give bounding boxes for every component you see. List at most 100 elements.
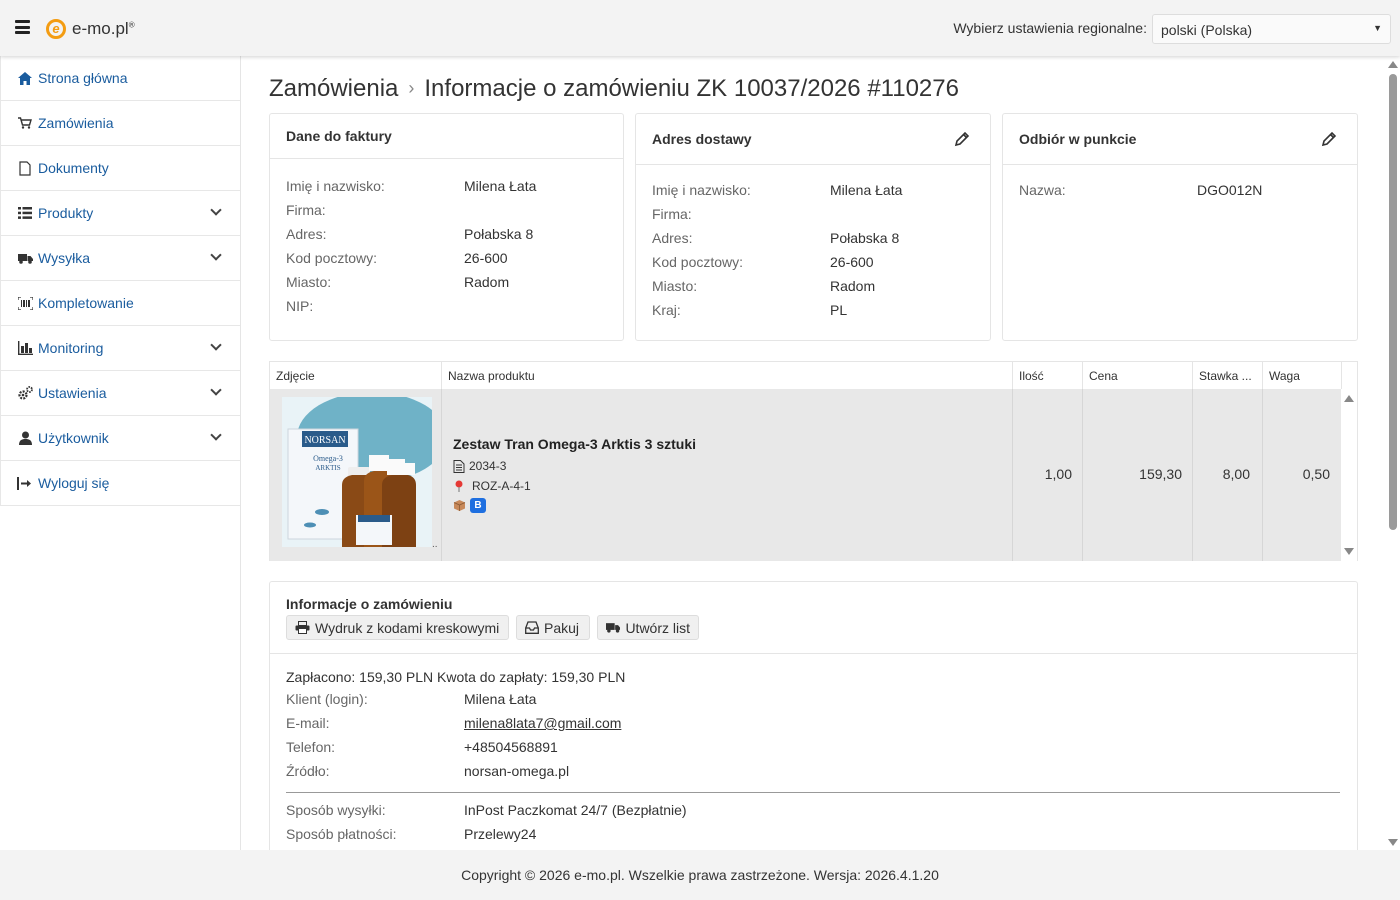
region-select-value: polski (Polska) xyxy=(1161,22,1253,38)
column-header-price[interactable]: Cena xyxy=(1083,362,1193,389)
field-label: Imię i nazwisko: xyxy=(652,182,751,198)
invoice-field: Imię i nazwisko: Milena Łata xyxy=(270,178,623,202)
field-label: Klient (login): xyxy=(286,691,368,707)
list-icon xyxy=(17,205,33,221)
invoice-card-title: Dane do faktury xyxy=(270,114,623,159)
field-value: Radom xyxy=(464,274,510,290)
sidebar-item-label: Ustawienia xyxy=(38,385,107,401)
scroll-down-arrow-icon[interactable] xyxy=(1388,839,1398,846)
invoice-field: Miasto: Radom xyxy=(270,274,623,298)
sidebar-item-documents[interactable]: Dokumenty xyxy=(0,146,240,191)
delivery-field: Miasto: Radom xyxy=(636,278,990,302)
delivery-field: Kraj: PL xyxy=(636,302,990,326)
field-value: Połabska 8 xyxy=(464,226,534,242)
registered-mark: ® xyxy=(128,20,135,30)
field-label: Kod pocztowy: xyxy=(652,254,744,270)
sidebar-item-home[interactable]: Strona główna xyxy=(0,56,240,101)
vat-cell: 8,00 xyxy=(1193,389,1263,561)
order-info-title: Informacje o zamówieniu xyxy=(286,596,453,612)
field-label: Adres: xyxy=(286,226,327,242)
field-label: Miasto: xyxy=(286,274,332,290)
gears-icon xyxy=(17,385,33,401)
invoice-field: NIP: xyxy=(270,298,623,322)
sidebar-item-shipping[interactable]: Wysyłka xyxy=(0,236,240,281)
column-header-weight[interactable]: Waga xyxy=(1263,362,1342,389)
chevron-down-icon xyxy=(210,339,222,351)
divider xyxy=(286,792,1340,793)
field-label: NIP: xyxy=(286,298,314,314)
scrollbar-thumb[interactable] xyxy=(1389,74,1397,530)
scroll-down-arrow-icon[interactable] xyxy=(1344,548,1354,555)
field-value: PL xyxy=(830,302,848,318)
footer: Copyright © 2026 e-mo.pl. Wszelkie prawa… xyxy=(0,850,1400,900)
sidebar-item-orders[interactable]: Zamówienia xyxy=(0,101,240,146)
sidebar-item-label: Produkty xyxy=(38,205,94,221)
table-scrollbar[interactable] xyxy=(1341,389,1357,561)
print-barcodes-button[interactable]: Wydruk z kodami kreskowymi xyxy=(286,615,509,640)
sidebar-item-label: Kompletowanie xyxy=(38,295,134,311)
product-vat: 8,00 xyxy=(1222,466,1250,482)
create-label-button[interactable]: Utwórz list xyxy=(597,615,699,640)
product-image: NORSAN Omega-3 ARKTIS xyxy=(282,397,432,547)
column-header-vat[interactable]: Stawka ... xyxy=(1193,362,1263,389)
product-image-line1: Omega-3 xyxy=(313,454,343,463)
hamburger-menu-icon[interactable] xyxy=(15,20,30,34)
pencil-edit-icon[interactable] xyxy=(1321,131,1337,147)
table-row[interactable]: NORSAN Omega-3 ARKTIS .. Zestaw Tran Ome… xyxy=(270,389,1342,561)
logo[interactable]: e e-mo.pl® xyxy=(46,17,135,41)
sidebar-item-label: Monitoring xyxy=(38,340,104,356)
field-label: E-mail: xyxy=(286,715,330,731)
breadcrumb-root-link[interactable]: Zamówienia xyxy=(269,75,398,102)
user-icon xyxy=(17,430,33,446)
barcode-icon xyxy=(17,295,33,311)
sidebar-item-label: Wyloguj się xyxy=(38,475,110,491)
delivery-card-title: Adres dostawy xyxy=(652,131,752,147)
main-content: Zamówienia › Informacje o zamówieniu ZK 10… xyxy=(241,56,1386,850)
home-icon xyxy=(17,70,33,86)
region-select[interactable]: polski (Polska) ▼ xyxy=(1152,14,1391,44)
logout-icon xyxy=(17,475,33,491)
truck-icon xyxy=(606,623,621,633)
sidebar-item-label: Dokumenty xyxy=(38,160,109,176)
image-cell: NORSAN Omega-3 ARKTIS .. xyxy=(270,389,442,561)
product-price: 159,30 xyxy=(1139,466,1182,482)
field-value: 26-600 xyxy=(830,254,874,270)
page-title: Informacje o zamówieniu ZK 10037/2026 #1… xyxy=(424,75,959,102)
product-name[interactable]: Zestaw Tran Omega-3 Arktis 3 sztuki xyxy=(453,436,696,452)
truck-icon xyxy=(17,250,33,266)
order-info-field: Klient (login): Milena Łata xyxy=(270,691,1357,715)
order-info-field: Sposób płatności: Przelewy24 xyxy=(270,826,1357,850)
cart-icon xyxy=(17,115,33,131)
column-header-qty[interactable]: Ilość xyxy=(1013,362,1083,389)
location-pin-icon xyxy=(455,480,463,492)
order-info-field: Telefon: +48504568891 xyxy=(270,739,1357,763)
page-scrollbar[interactable] xyxy=(1386,56,1400,850)
products-table: Zdjęcie Nazwa produktu Ilość Cena Stawka… xyxy=(269,361,1358,561)
field-label: Kraj: xyxy=(652,302,681,318)
sidebar-item-settings[interactable]: Ustawienia xyxy=(0,371,240,416)
email-link[interactable]: milena8lata7@gmail.com xyxy=(464,715,621,731)
package-icon xyxy=(453,500,466,511)
pencil-edit-icon[interactable] xyxy=(954,131,970,147)
sidebar-item-monitoring[interactable]: Monitoring xyxy=(0,326,240,371)
field-label: Sposób płatności: xyxy=(286,826,397,842)
column-header-name[interactable]: Nazwa produktu xyxy=(442,362,1013,389)
pack-button[interactable]: Pakuj xyxy=(516,615,590,640)
top-bar: e e-mo.pl® Wybierz ustawienia regionalne… xyxy=(0,0,1400,56)
weight-cell: 0,50 xyxy=(1263,389,1342,561)
scroll-up-arrow-icon[interactable] xyxy=(1388,61,1398,68)
product-sku: 2034-3 xyxy=(469,459,507,473)
image-ellipsis: .. xyxy=(432,539,438,550)
sidebar-item-logout[interactable]: Wyloguj się xyxy=(0,461,240,506)
sidebar-item-products[interactable]: Produkty xyxy=(0,191,240,236)
scroll-up-arrow-icon[interactable] xyxy=(1344,395,1354,402)
invoice-field: Kod pocztowy: 26-600 xyxy=(270,250,623,274)
sidebar-item-user[interactable]: Użytkownik xyxy=(0,416,240,461)
order-info-field: Sposób wysyłki: InPost Paczkomat 24/7 (Be… xyxy=(270,802,1357,826)
column-header-image[interactable]: Zdjęcie xyxy=(270,362,442,389)
sidebar-item-picking[interactable]: Kompletowanie xyxy=(0,281,240,326)
pickup-card: Odbiór w punkcie Nazwa: DGO012N xyxy=(1002,113,1358,341)
pack-label: Pakuj xyxy=(544,619,580,636)
field-label: Miasto: xyxy=(652,278,698,294)
dropdown-arrow-icon: ▼ xyxy=(1373,23,1382,33)
